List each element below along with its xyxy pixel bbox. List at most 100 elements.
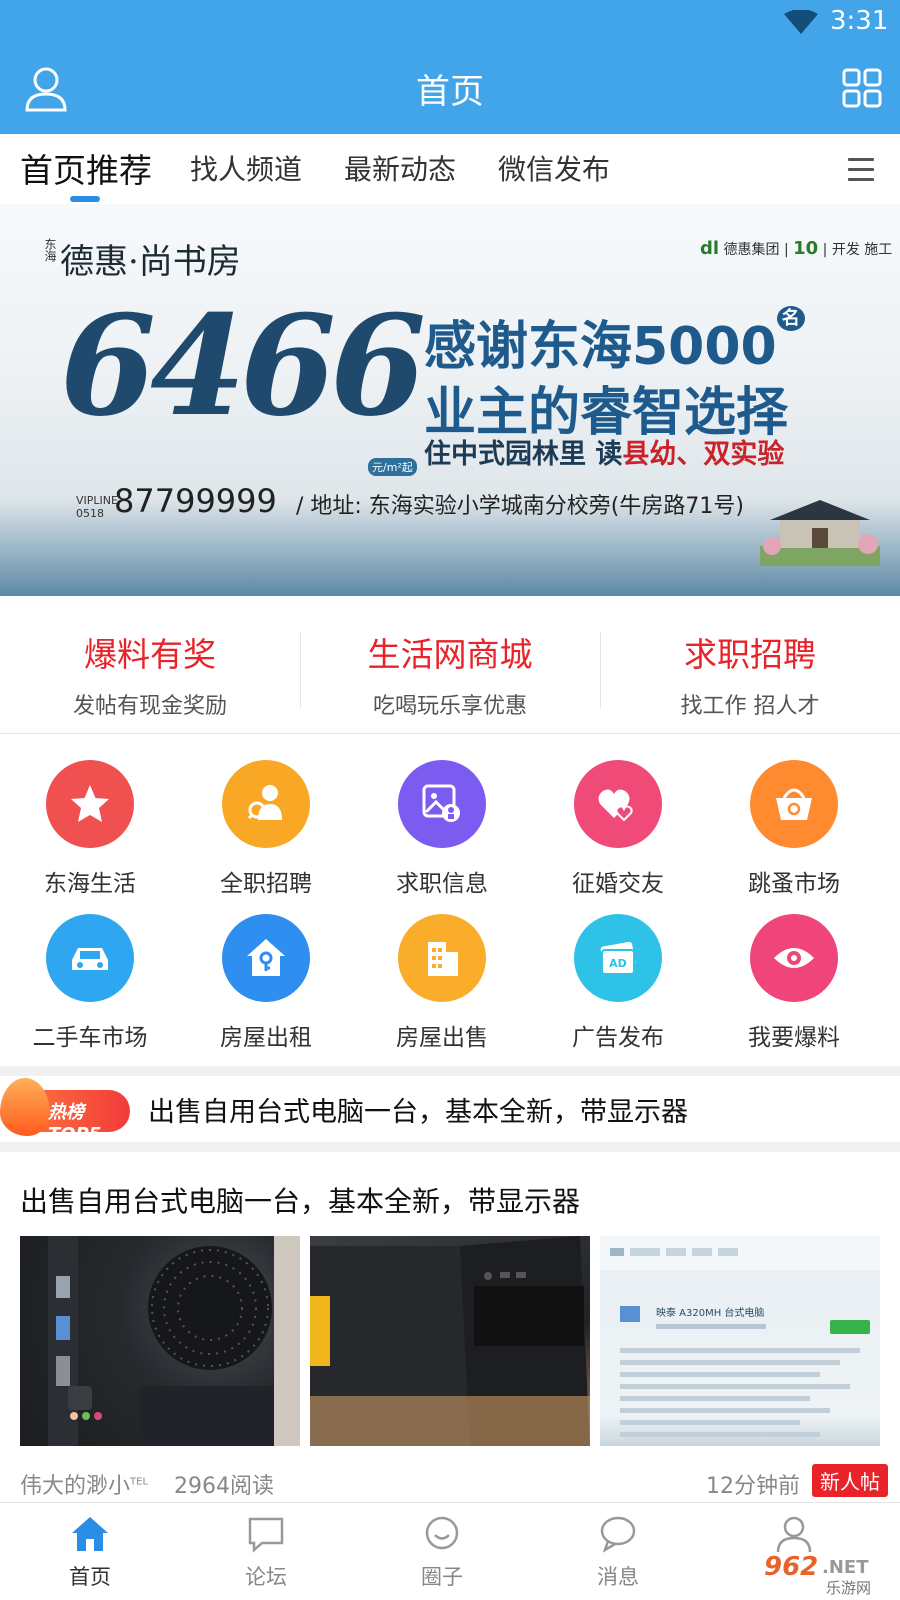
- tab-find-people[interactable]: 找人频道: [190, 148, 302, 188]
- nav-circles[interactable]: 圈子: [352, 1515, 532, 1591]
- post-image-pc-front[interactable]: [310, 1236, 590, 1446]
- grid-item-job-info[interactable]: 求职信息: [352, 760, 532, 898]
- car-icon: [46, 914, 134, 1002]
- grid-item-tipoff[interactable]: 我要爆料: [704, 914, 884, 1052]
- section-divider: [0, 1066, 900, 1076]
- message-icon: [600, 1516, 636, 1553]
- grid-item-label: 跳蚤市场: [748, 871, 840, 897]
- resume-icon: [398, 760, 486, 848]
- grid-item-label: 房屋出租: [220, 1025, 312, 1051]
- nav-label: 消息: [597, 1565, 639, 1589]
- grid-item-dating[interactable]: 征婚交友: [528, 760, 708, 898]
- banner-brand: 德惠·尚书房: [60, 242, 241, 282]
- banner-phone: 87799999: [114, 482, 277, 520]
- nav-home[interactable]: 首页: [0, 1515, 180, 1591]
- promo-jobs[interactable]: 求职招聘 找工作 招人才: [600, 604, 900, 734]
- app-grid-icon[interactable]: [842, 68, 882, 108]
- service-grid: 东海生活 全职招聘 求职信息 征婚交友 跳蚤市场 二手车市场 房屋出租 房屋出售…: [0, 736, 900, 1066]
- recruit-icon: [222, 760, 310, 848]
- grid-item-used-cars[interactable]: 二手车市场: [0, 914, 180, 1052]
- banner-vipline: VIPLINE 0518: [76, 494, 118, 520]
- tab-indicator: [70, 196, 100, 202]
- grid-item-label: 征婚交友: [572, 871, 664, 897]
- nav-label: 首页: [69, 1565, 111, 1589]
- circle-chat-icon: [425, 1516, 459, 1550]
- grid-item-label: 求职信息: [396, 871, 488, 897]
- banner-subline: 住中式园林里 读县幼、双实验: [424, 439, 785, 470]
- banner-corp: dl 德惠集团 | 10 | 开发 施工: [700, 238, 893, 259]
- grid-item-label: 我要爆料: [748, 1025, 840, 1051]
- promo-title: 爆料有奖: [84, 635, 216, 674]
- promo-mall[interactable]: 生活网商城 吃喝玩乐享优惠: [300, 604, 600, 734]
- nav-forum[interactable]: 论坛: [176, 1515, 356, 1591]
- forum-icon: [248, 1517, 284, 1553]
- svg-text:962: 962: [764, 1552, 818, 1582]
- tab-latest[interactable]: 最新动态: [344, 148, 456, 188]
- hot-topics-bar[interactable]: 热榜TOP5 出售自用台式电脑一台，基本全新，带显示器: [0, 1076, 900, 1145]
- nav-messages[interactable]: 消息: [528, 1515, 708, 1591]
- promo-title: 求职招聘: [684, 635, 816, 674]
- grid-item-donghai-life[interactable]: 东海生活: [0, 760, 180, 898]
- grid-item-label: 全职招聘: [220, 871, 312, 897]
- svg-text:AD: AD: [609, 957, 627, 970]
- post-image-pc-rear[interactable]: [20, 1236, 300, 1446]
- grid-item-label: 房屋出售: [396, 1025, 488, 1051]
- promo-subtitle: 吃喝玩乐享优惠: [372, 694, 527, 719]
- hearts-icon: [574, 760, 662, 848]
- star-icon: [46, 760, 134, 848]
- page-title: 首页: [416, 72, 484, 112]
- promo-tipoff[interactable]: 爆料有奖 发帖有现金奖励: [0, 604, 300, 734]
- watermark-logo: 962 .NET 乐游网: [764, 1552, 871, 1597]
- building-icon: [398, 914, 486, 1002]
- home-icon: [72, 1517, 108, 1551]
- eye-icon: [750, 914, 838, 1002]
- promo-title: 生活网商城: [367, 635, 533, 674]
- nav-label: 圈子: [421, 1565, 463, 1589]
- banner-address: / 地址: 东海实验小学城南分校旁(牛房路71号): [296, 494, 744, 519]
- svg-text:映泰 A320MH 台式电脑: 映泰 A320MH 台式电脑: [656, 1306, 764, 1319]
- post-author[interactable]: 伟大的渺小TEL: [20, 1468, 148, 1500]
- post-read-count: 2964阅读: [174, 1474, 274, 1499]
- grid-item-house-sale[interactable]: 房屋出售: [352, 914, 532, 1052]
- grid-item-label: 广告发布: [572, 1025, 664, 1051]
- post-card[interactable]: 出售自用台式电脑一台，基本全新，带显示器 映泰 A320MH 台式电脑 伟大的渺…: [0, 1152, 900, 1502]
- post-time: 12分钟前: [706, 1474, 800, 1499]
- nav-label: 论坛: [245, 1565, 287, 1589]
- post-title[interactable]: 出售自用台式电脑一台，基本全新，带显示器: [20, 1180, 580, 1220]
- app-header: 首页: [0, 44, 900, 134]
- hot-top5-badge: 热榜TOP5: [0, 1078, 132, 1145]
- house-key-icon: [222, 914, 310, 1002]
- bottom-nav: 首页 论坛 圈子 消息 962 .NET 乐游网: [0, 1502, 900, 1600]
- tab-bar: 首页推荐 找人频道 最新动态 微信发布: [0, 134, 900, 204]
- post-image-screen[interactable]: 映泰 A320MH 台式电脑: [600, 1236, 880, 1446]
- grid-item-flea-market[interactable]: 跳蚤市场: [704, 760, 884, 898]
- grid-item-ad-publish[interactable]: AD 广告发布: [528, 914, 708, 1052]
- promo-row: 爆料有奖 发帖有现金奖励 生活网商城 吃喝玩乐享优惠 求职招聘 找工作 招人才: [0, 604, 900, 734]
- ad-banner[interactable]: 东海 德惠·尚书房 dl 德惠集团 | 10 | 开发 施工 6466 元/m²…: [0, 204, 900, 596]
- promo-subtitle: 发帖有现金奖励: [72, 694, 227, 719]
- grid-item-house-rent[interactable]: 房屋出租: [176, 914, 356, 1052]
- status-bar: 3:31: [0, 0, 900, 44]
- basket-icon: [750, 760, 838, 848]
- tab-wechat-publish[interactable]: 微信发布: [498, 148, 610, 188]
- promo-subtitle: 找工作 招人才: [680, 694, 820, 719]
- banner-brand-prefix: 东海: [43, 238, 57, 262]
- profile-icon: [776, 1516, 812, 1553]
- new-user-badge: 新人帖: [812, 1464, 888, 1497]
- tab-home-recommend[interactable]: 首页推荐: [20, 144, 152, 192]
- section-divider: [0, 1142, 900, 1152]
- grid-item-fulltime-jobs[interactable]: 全职招聘: [176, 760, 356, 898]
- status-time: 3:31: [830, 6, 889, 36]
- wifi-icon: [784, 10, 818, 34]
- svg-text:.NET: .NET: [822, 1557, 869, 1578]
- menu-icon[interactable]: [848, 158, 874, 181]
- banner-price-unit: 元/m²起: [368, 458, 417, 476]
- svg-text:乐游网: 乐游网: [826, 1579, 871, 1597]
- banner-headline-1: 感谢东海5000 名: [424, 304, 805, 379]
- hot-topic-title[interactable]: 出售自用台式电脑一台，基本全新，带显示器: [148, 1090, 688, 1129]
- grid-item-label: 东海生活: [44, 871, 136, 897]
- banner-price: 6466: [60, 284, 426, 447]
- ad-icon: AD: [574, 914, 662, 1002]
- hot-badge-label: 热榜TOP5: [48, 1102, 102, 1145]
- grid-item-label: 二手车市场: [32, 1025, 148, 1051]
